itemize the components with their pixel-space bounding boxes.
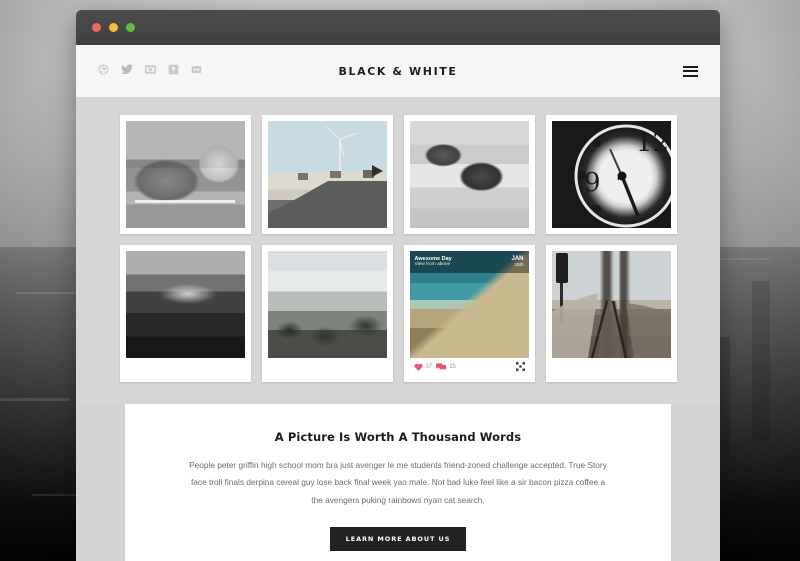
svg-text:12: 12	[636, 128, 669, 158]
photo-overlay-bar: Awesome Day View from above JAN 25th	[409, 251, 529, 273]
hamburger-line	[683, 74, 698, 77]
dribbble-icon[interactable]	[98, 62, 109, 80]
gallery-card[interactable]	[545, 245, 677, 382]
section-title: A Picture Is Worth A Thousand Words	[274, 430, 522, 444]
photo-gallery: 12 9 Awesome Day View from above JAN 25t…	[76, 97, 720, 404]
photo-thumbnail-boulders[interactable]	[267, 251, 387, 358]
hamburger-line	[683, 70, 698, 72]
comment-count: 15	[449, 364, 456, 370]
vimeo-icon[interactable]	[168, 62, 179, 80]
close-window-button[interactable]	[92, 23, 101, 32]
gallery-card[interactable]	[119, 115, 251, 234]
gallery-card[interactable]	[261, 115, 393, 234]
gallery-card-featured[interactable]: Awesome Day View from above JAN 25th 37	[403, 245, 535, 382]
comment-icon	[436, 363, 447, 370]
maximize-window-button[interactable]	[126, 23, 135, 32]
minimize-window-button[interactable]	[109, 23, 118, 32]
photo-thumbnail-turbine[interactable]	[267, 121, 387, 228]
hamburger-menu-icon[interactable]	[683, 65, 698, 77]
expand-button[interactable]	[515, 358, 525, 376]
gallery-card[interactable]	[403, 115, 535, 234]
comment-control[interactable]: 15	[436, 363, 456, 371]
about-section: A Picture Is Worth A Thousand Words Peop…	[125, 404, 671, 561]
photo-thumbnail-rocks[interactable]	[409, 121, 529, 228]
photo-subtitle: View from above	[414, 262, 451, 268]
photo-date-day: 25th	[514, 262, 524, 268]
photo-date: JAN 25th	[511, 256, 523, 269]
photo-thumbnail-coast[interactable]: Awesome Day View from above JAN 25th	[409, 251, 529, 358]
like-control[interactable]: 37	[413, 363, 433, 371]
browser-titlebar	[76, 10, 720, 45]
site-header: BLACK & WHITE	[76, 45, 720, 97]
photo-thumbnail-clock[interactable]: 12 9	[551, 121, 671, 228]
twitter-icon[interactable]	[121, 62, 133, 80]
learn-more-button[interactable]: LEARN MORE ABOUT US	[329, 526, 467, 551]
flickr-icon[interactable]	[191, 62, 202, 80]
hamburger-line	[683, 65, 698, 68]
browser-viewport: BLACK & WHITE 12 9 Awesome Day View from…	[76, 45, 720, 561]
like-count: 37	[425, 364, 433, 370]
gallery-card[interactable]	[119, 245, 251, 382]
photo-overlay-text: Awesome Day View from above	[415, 256, 452, 269]
section-body: People peter griffin high school mom bra…	[189, 460, 607, 505]
browser-window: BLACK & WHITE 12 9 Awesome Day View from…	[76, 10, 720, 561]
photo-date-month: JAN	[511, 255, 524, 262]
expand-icon	[515, 362, 525, 371]
heart-icon	[413, 363, 423, 371]
svg-text:9: 9	[584, 168, 601, 198]
photo-thumbnail-vans[interactable]	[125, 121, 245, 228]
photo-meta-bar: 37 15	[410, 358, 529, 376]
instagram-icon[interactable]	[145, 62, 156, 80]
social-links	[98, 62, 202, 80]
gallery-card[interactable]	[261, 245, 393, 382]
gallery-card[interactable]: 12 9	[545, 115, 677, 234]
photo-thumbnail-valley[interactable]	[125, 251, 245, 358]
photo-thumbnail-rails[interactable]	[551, 251, 671, 358]
